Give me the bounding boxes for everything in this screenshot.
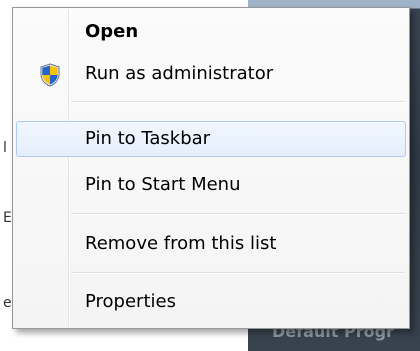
menu-item-label: Remove from this list (85, 233, 277, 254)
menu-item-label: Pin to Start Menu (85, 174, 241, 195)
context-menu: Open Run as administrator Pin to Taskbar… (12, 7, 410, 329)
background-text-fragment: E (3, 210, 12, 226)
menu-separator (71, 213, 405, 215)
menu-item-run-as-administrator[interactable]: Run as administrator (16, 56, 406, 92)
background-text-fragment: e (3, 295, 12, 311)
menu-item-pin-to-start-menu[interactable]: Pin to Start Menu (16, 167, 406, 203)
shield-icon (40, 63, 60, 87)
menu-separator (71, 101, 405, 103)
menu-separator (71, 272, 405, 274)
menu-item-label: Run as administrator (85, 63, 274, 84)
menu-item-label: Pin to Taskbar (85, 128, 211, 149)
screen: l E e Default Progr Open Run as administ… (0, 0, 420, 351)
menu-item-open[interactable]: Open (16, 14, 406, 50)
menu-item-pin-to-taskbar[interactable]: Pin to Taskbar (16, 121, 406, 157)
menu-item-label: Properties (85, 291, 176, 312)
menu-item-remove-from-this-list[interactable]: Remove from this list (16, 226, 406, 262)
background-text-fragment: l (3, 140, 7, 156)
menu-item-label: Open (85, 21, 139, 42)
menu-item-properties[interactable]: Properties (16, 284, 406, 320)
